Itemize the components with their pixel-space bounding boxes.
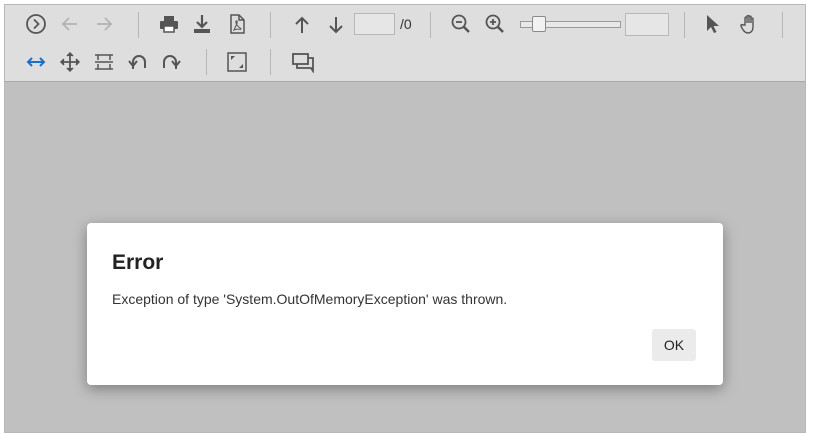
- toolbar-separator: [270, 49, 271, 75]
- next-page-icon[interactable]: [323, 12, 349, 38]
- page-layout-icon[interactable]: [91, 49, 117, 75]
- fit-width-icon[interactable]: [23, 49, 49, 75]
- toolbar: /0: [5, 5, 805, 82]
- zoom-slider-thumb[interactable]: [532, 16, 546, 32]
- print-icon[interactable]: [156, 11, 182, 37]
- zoom-out-icon[interactable]: [448, 11, 474, 37]
- zoom-percent-input[interactable]: [625, 13, 669, 36]
- toolbar-separator: [782, 12, 783, 38]
- toolbar-separator: [684, 12, 685, 38]
- toolbar-separator: [270, 12, 271, 38]
- pdf-export-icon[interactable]: [224, 11, 250, 37]
- toolbar-separator: [430, 12, 431, 38]
- select-pointer-icon[interactable]: [699, 11, 725, 37]
- toolbar-separator: [206, 49, 207, 75]
- back-arrow-icon[interactable]: [57, 11, 83, 37]
- toolbar-separator: [138, 12, 139, 38]
- next-page-circle-icon[interactable]: [23, 11, 49, 37]
- rotate-right-icon[interactable]: [158, 49, 184, 75]
- dialog-title: Error: [112, 251, 164, 274]
- page-total-label: /0: [400, 16, 412, 32]
- dialog-message: Exception of type 'System.OutOfMemoryExc…: [112, 291, 508, 307]
- move-icon[interactable]: [57, 49, 83, 75]
- zoom-in-icon[interactable]: [482, 11, 508, 37]
- forward-arrow-icon[interactable]: [91, 11, 117, 37]
- page-number-input[interactable]: [354, 13, 395, 35]
- pan-hand-icon[interactable]: [736, 11, 762, 37]
- ok-button[interactable]: OK: [652, 329, 696, 361]
- fullscreen-icon[interactable]: [224, 49, 250, 75]
- comments-icon[interactable]: [290, 49, 316, 75]
- previous-page-icon[interactable]: [289, 12, 315, 38]
- download-icon[interactable]: [189, 11, 215, 37]
- error-dialog: Error Exception of type 'System.OutOfMem…: [87, 223, 723, 385]
- rotate-left-icon[interactable]: [125, 49, 151, 75]
